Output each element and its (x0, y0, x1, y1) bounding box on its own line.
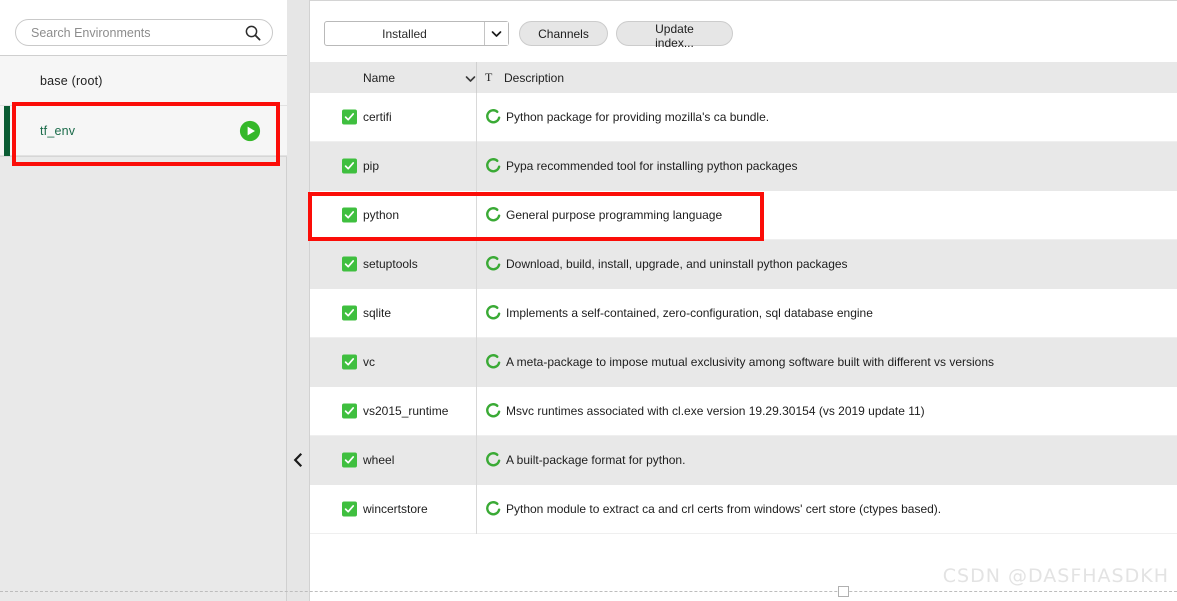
resize-handle[interactable] (838, 586, 849, 597)
installed-ring-icon[interactable] (485, 452, 502, 469)
table-row[interactable]: pip Pypa recommended tool for installing … (310, 142, 1177, 191)
package-description: Implements a self-contained, zero-config… (506, 306, 873, 320)
environment-name: base (root) (40, 73, 103, 88)
package-checkbox[interactable] (342, 305, 357, 321)
column-divider (476, 240, 477, 289)
chevron-left-icon[interactable] (292, 452, 304, 468)
panel-splitter[interactable] (287, 0, 310, 601)
package-filter-value: Installed (382, 26, 427, 41)
package-name: wincertstore (363, 502, 428, 516)
package-description: Pypa recommended tool for installing pyt… (506, 159, 798, 173)
table-row[interactable]: wincertstore Python module to extract ca … (310, 485, 1177, 534)
search-box[interactable] (15, 19, 273, 46)
installed-ring-icon[interactable] (485, 305, 502, 322)
package-checkbox[interactable] (342, 501, 357, 517)
installed-ring-icon[interactable] (485, 403, 502, 420)
table-row[interactable]: setuptools Download, build, install, upgr… (310, 240, 1177, 289)
table-row[interactable]: certifi Python package for providing mozi… (310, 93, 1177, 142)
column-divider (476, 142, 477, 191)
package-checkbox[interactable] (342, 207, 357, 223)
collapse-panel-button[interactable] (287, 440, 309, 480)
update-index-button[interactable]: Update index... (616, 21, 733, 50)
package-name: wheel (363, 453, 395, 467)
table-row[interactable]: vc A meta-package to impose mutual exclus… (310, 338, 1177, 387)
environment-item-tf-env[interactable]: tf_env (0, 106, 287, 156)
table-row[interactable]: sqlite Implements a self-contained, zero-… (310, 289, 1177, 338)
table-row[interactable]: vs2015_runtime Msvc runtimes associated w… (310, 387, 1177, 436)
column-header-name[interactable]: Name (363, 71, 395, 85)
package-name: vc (363, 355, 375, 369)
column-divider (476, 191, 477, 240)
package-name: setuptools (363, 257, 418, 271)
package-name: certifi (363, 110, 392, 124)
chevron-down-icon[interactable] (484, 22, 508, 45)
search-input[interactable] (29, 24, 243, 41)
packages-panel: Installed Channels Update index... Name … (310, 0, 1177, 601)
table-row[interactable]: python General purpose programming langua… (310, 191, 1177, 240)
packages-table-body: certifi Python package for providing mozi… (310, 93, 1177, 534)
installed-ring-icon[interactable] (485, 501, 502, 518)
installed-ring-icon[interactable] (485, 158, 502, 175)
environment-item-base[interactable]: base (root) (0, 56, 287, 106)
installed-ring-icon[interactable] (485, 109, 502, 126)
play-icon[interactable] (239, 120, 261, 142)
column-divider (476, 289, 477, 338)
environment-name: tf_env (40, 123, 76, 138)
package-description: A built-package format for python. (506, 453, 686, 467)
package-checkbox[interactable] (342, 256, 357, 272)
installed-ring-icon[interactable] (485, 207, 502, 224)
package-checkbox[interactable] (342, 452, 357, 468)
package-name: vs2015_runtime (363, 404, 449, 418)
column-divider (476, 436, 477, 485)
column-header-type-icon[interactable]: T (485, 70, 492, 85)
column-header-description[interactable]: Description (504, 71, 564, 85)
table-row[interactable]: wheel A built-package format for python. (310, 436, 1177, 485)
environment-selected-indicator (4, 106, 10, 156)
package-description: Download, build, install, upgrade, and u… (506, 257, 848, 271)
packages-table-header: Name T Description (310, 62, 1177, 93)
column-divider (476, 485, 477, 534)
package-checkbox[interactable] (342, 403, 357, 419)
column-divider (476, 62, 477, 93)
packages-toolbar: Installed Channels Update index... (310, 0, 1177, 63)
watermark: CSDN @DASFHASDKH (942, 565, 1169, 587)
environments-list: base (root) tf_env (0, 56, 287, 157)
column-divider (476, 387, 477, 436)
environments-search-bar (0, 0, 287, 56)
installed-ring-icon[interactable] (485, 256, 502, 273)
package-name: python (363, 208, 400, 222)
package-description: General purpose programming language (506, 208, 723, 222)
search-icon[interactable] (243, 23, 263, 43)
environments-panel: base (root) tf_env (0, 0, 287, 601)
installed-ring-icon[interactable] (485, 354, 502, 371)
column-divider (476, 93, 477, 142)
footer-divider (0, 591, 1177, 593)
channels-button[interactable]: Channels (519, 21, 608, 46)
package-checkbox[interactable] (342, 158, 357, 174)
column-divider (476, 338, 477, 387)
package-filter-select[interactable]: Installed (324, 21, 509, 46)
package-checkbox[interactable] (342, 109, 357, 125)
package-checkbox[interactable] (342, 354, 357, 370)
chevron-down-icon[interactable] (465, 72, 476, 86)
package-description: Python package for providing mozilla's c… (506, 110, 770, 124)
package-name: sqlite (363, 306, 392, 320)
package-description: A meta-package to impose mutual exclusiv… (506, 355, 995, 369)
package-description: Msvc runtimes associated with cl.exe ver… (506, 404, 925, 418)
package-description: Python module to extract ca and crl cert… (506, 502, 942, 516)
package-name: pip (363, 159, 380, 173)
